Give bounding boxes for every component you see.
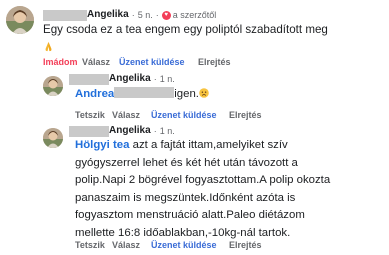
hide-button[interactable]: Elrejtés <box>198 57 231 68</box>
comment-text-content: Egy csoda ez a tea engem egy poliptól sz… <box>43 23 328 36</box>
author-badge-label: a szerzőtől <box>172 10 217 20</box>
reply-text-line: gyógyszerrel lehet és két hét után távoz… <box>75 156 298 169</box>
avatar[interactable] <box>6 6 34 34</box>
reply-actions: Tetszik Válasz Üzenet küldése Elrejtés <box>75 110 262 121</box>
reply-button[interactable]: Válasz <box>112 110 151 121</box>
redacted-name <box>69 125 109 137</box>
reply-button[interactable]: Válasz <box>82 57 119 68</box>
sad-face-icon <box>199 88 209 98</box>
separator-dot: · <box>153 126 157 136</box>
mention-link[interactable]: Andrea <box>75 88 114 100</box>
like-button[interactable]: Tetszik <box>75 240 112 251</box>
mention-link[interactable]: Hölgyi tea <box>75 139 129 151</box>
reply-time[interactable]: 1 n. <box>160 125 175 137</box>
hide-button[interactable]: Elrejtés <box>229 240 262 251</box>
pray-icon <box>45 41 52 51</box>
reply-text-line: panaszaim is megszüntek.Időnként azóta i… <box>75 191 296 204</box>
author-name[interactable]: Angelika <box>87 9 129 21</box>
reply-time[interactable]: 1 n. <box>160 73 175 85</box>
redacted-name <box>69 73 109 85</box>
redacted-name <box>43 9 87 21</box>
redacted-name <box>114 87 175 98</box>
reply-text-line: polip.Napi 2 bögrével fogyasztottam.A po… <box>75 174 331 187</box>
reply-text-content: igen. <box>174 88 199 100</box>
avatar[interactable] <box>43 128 63 148</box>
separator-dot: · <box>155 10 159 20</box>
separator-dot: · <box>153 74 157 84</box>
author-name[interactable]: Angelika <box>109 125 151 137</box>
reply-button[interactable]: Válasz <box>112 240 151 251</box>
author-name[interactable]: Angelika <box>109 73 151 85</box>
comment-actions: Imádom Válasz Üzenet küldése Elrejtés <box>43 57 231 68</box>
reply-actions: Tetszik Válasz Üzenet küldése Elrejtés <box>75 240 262 251</box>
send-message-button[interactable]: Üzenet küldése <box>151 110 229 121</box>
avatar[interactable] <box>43 76 63 96</box>
author-badge: ♥ a szerzőtől <box>161 9 217 21</box>
reply-text-line: fogyasztom menstruáció alatt.Paleo diétá… <box>75 209 305 222</box>
avatar-photo-icon <box>6 6 34 34</box>
reply-text-line: azt a fajtát ittam,amelyiket szív <box>132 139 288 151</box>
comment-header: Angelika · 5 n. · ♥ a szerzőtől <box>43 9 216 21</box>
reply-header: Angelika · 1 n. <box>69 73 175 85</box>
avatar-photo-icon <box>43 128 63 148</box>
send-message-button[interactable]: Üzenet küldése <box>119 57 198 68</box>
reply-text-line: mellette 16:8 időablakban,-10kg-nál tart… <box>75 226 291 239</box>
like-button[interactable]: Imádom <box>43 57 82 68</box>
reply-text: Andrea igen. <box>75 86 209 104</box>
heart-icon: ♥ <box>161 10 171 20</box>
like-button[interactable]: Tetszik <box>75 110 112 121</box>
comment-text: Egy csoda ez a tea engem egy poliptól sz… <box>43 21 388 56</box>
comment-thread: Angelika · 5 n. · ♥ a szerzőtől Egy csod… <box>0 0 389 255</box>
send-message-button[interactable]: Üzenet küldése <box>151 240 229 251</box>
reply-header: Angelika · 1 n. <box>69 125 175 137</box>
hide-button[interactable]: Elrejtés <box>229 110 262 121</box>
avatar-photo-icon <box>43 76 63 96</box>
comment-time[interactable]: 5 n. <box>138 9 153 21</box>
separator-dot: · <box>131 10 135 20</box>
reply-text: Hölgyi tea azt a fajtát ittam,amelyiket … <box>75 137 387 243</box>
